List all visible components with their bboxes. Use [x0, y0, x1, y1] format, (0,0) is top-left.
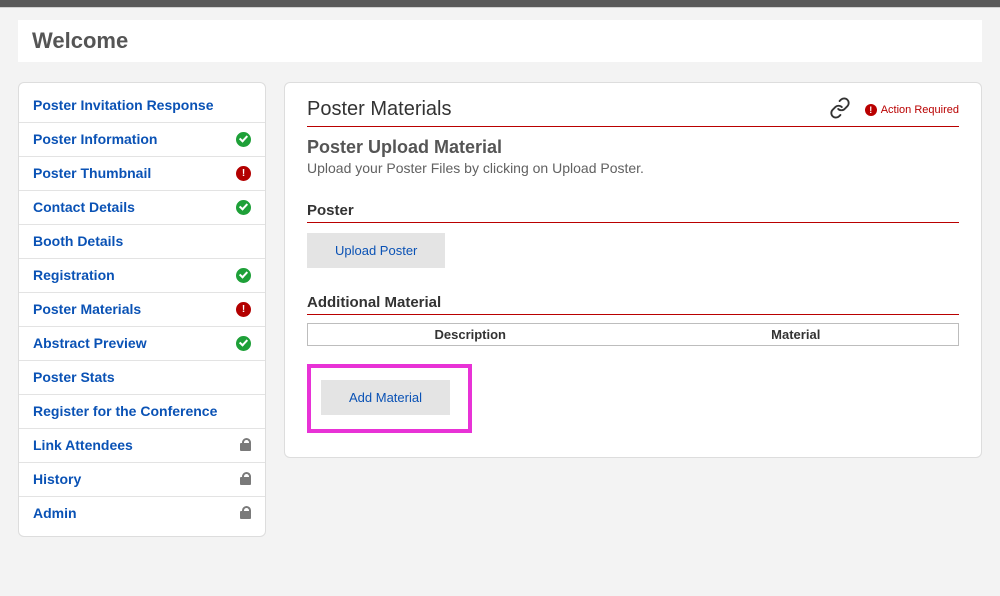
sidebar-item-label: Link Attendees	[33, 437, 133, 453]
window-top-bar	[0, 0, 1000, 8]
action-required-badge: ! Action Required	[865, 104, 959, 116]
main-layout: Poster Invitation Response Poster Inform…	[0, 72, 1000, 537]
sidebar-item-label: Contact Details	[33, 199, 135, 215]
sidebar-item-poster-invitation-response[interactable]: Poster Invitation Response	[19, 89, 265, 123]
sidebar-item-label: Poster Invitation Response	[33, 97, 213, 113]
additional-section-title: Additional Material	[307, 294, 959, 315]
sidebar-item-registration[interactable]: Registration	[19, 259, 265, 293]
main-title: Poster Materials	[307, 98, 452, 121]
sidebar-item-label: Poster Materials	[33, 301, 141, 317]
sidebar-item-abstract-preview[interactable]: Abstract Preview	[19, 327, 265, 361]
page-welcome-title: Welcome	[32, 28, 968, 54]
poster-section-title: Poster	[307, 202, 959, 223]
upload-heading: Poster Upload Material	[307, 137, 959, 158]
upload-poster-button[interactable]: Upload Poster	[307, 233, 445, 268]
sidebar-item-admin[interactable]: Admin	[19, 497, 265, 530]
sidebar-nav: Poster Invitation Response Poster Inform…	[18, 82, 266, 537]
main-panel: Poster Materials ! Action Required Poste…	[284, 82, 982, 458]
sidebar-item-label: Poster Information	[33, 131, 157, 147]
additional-material-block: Additional Material Description Material…	[307, 294, 959, 433]
action-required-label: Action Required	[881, 104, 959, 116]
sidebar-item-history[interactable]: History	[19, 463, 265, 497]
sidebar-item-link-attendees[interactable]: Link Attendees	[19, 429, 265, 463]
main-section-header: Poster Materials ! Action Required	[307, 97, 959, 127]
status-error-icon	[236, 166, 251, 181]
status-ok-icon	[236, 336, 251, 351]
upload-subheader: Poster Upload Material Upload your Poste…	[307, 137, 959, 176]
poster-block: Poster Upload Poster	[307, 202, 959, 268]
sidebar-item-label: Poster Thumbnail	[33, 165, 151, 181]
sidebar-item-label: Poster Stats	[33, 369, 115, 385]
highlighted-action-box: Add Material	[307, 364, 472, 433]
table-col-description: Description	[308, 324, 634, 345]
welcome-banner: Welcome	[18, 20, 982, 62]
sidebar-item-poster-stats[interactable]: Poster Stats	[19, 361, 265, 395]
sidebar-item-label: Booth Details	[33, 233, 123, 249]
link-icon[interactable]	[829, 97, 851, 122]
add-material-button[interactable]: Add Material	[321, 380, 450, 415]
header-right-group: ! Action Required	[829, 97, 959, 122]
sidebar-item-register-conference[interactable]: Register for the Conference	[19, 395, 265, 429]
lock-icon	[240, 473, 251, 485]
lock-icon	[240, 439, 251, 451]
sidebar-item-label: Admin	[33, 505, 77, 521]
status-ok-icon	[236, 268, 251, 283]
materials-table-header: Description Material	[307, 323, 959, 346]
table-col-material: Material	[634, 324, 959, 345]
alert-icon: !	[865, 104, 877, 116]
status-ok-icon	[236, 200, 251, 215]
sidebar-item-label: Registration	[33, 267, 115, 283]
lock-icon	[240, 507, 251, 519]
sidebar-item-booth-details[interactable]: Booth Details	[19, 225, 265, 259]
sidebar-item-label: History	[33, 471, 81, 487]
sidebar-item-label: Register for the Conference	[33, 403, 217, 419]
sidebar-item-poster-information[interactable]: Poster Information	[19, 123, 265, 157]
sidebar-item-label: Abstract Preview	[33, 335, 147, 351]
status-error-icon	[236, 302, 251, 317]
upload-description: Upload your Poster Files by clicking on …	[307, 160, 959, 176]
sidebar-item-poster-materials[interactable]: Poster Materials	[19, 293, 265, 327]
sidebar-item-poster-thumbnail[interactable]: Poster Thumbnail	[19, 157, 265, 191]
sidebar-item-contact-details[interactable]: Contact Details	[19, 191, 265, 225]
status-ok-icon	[236, 132, 251, 147]
